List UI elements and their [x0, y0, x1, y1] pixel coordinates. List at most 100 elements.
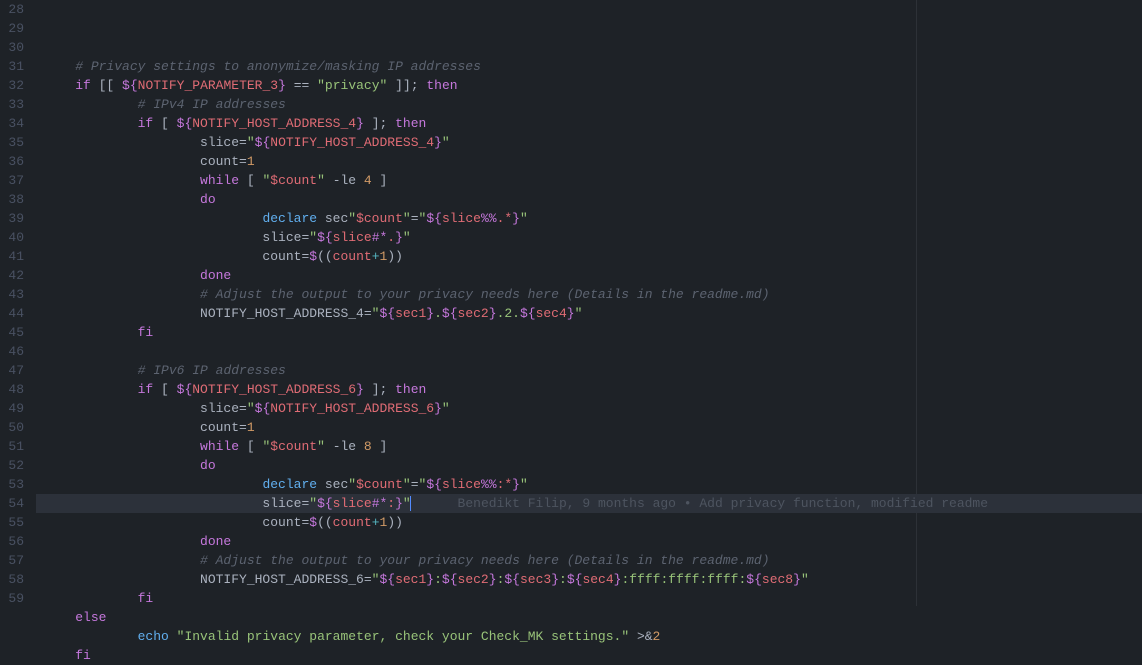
code-line[interactable]	[36, 342, 1142, 361]
code-line[interactable]: while [ "$count" -le 4 ]	[36, 171, 1142, 190]
token-plain: ))	[387, 515, 403, 530]
token-string: .2.	[497, 306, 520, 321]
line-number-gutter: 2829303132333435363738394041424344454647…	[0, 0, 36, 606]
code-line[interactable]: NOTIFY_HOST_ADDRESS_4="${sec1}.${sec2}.2…	[36, 304, 1142, 323]
code-line[interactable]: done	[36, 532, 1142, 551]
token-keyword: ${	[426, 211, 442, 226]
token-plain: slice=	[44, 230, 309, 245]
token-keyword: fi	[138, 325, 154, 340]
token-keyword: }	[793, 572, 801, 587]
token-variable: slice	[442, 477, 481, 492]
code-line[interactable]: while [ "$count" -le 8 ]	[36, 437, 1142, 456]
code-line[interactable]: slice="${NOTIFY_HOST_ADDRESS_6}"	[36, 399, 1142, 418]
token-keyword: ${	[520, 306, 536, 321]
code-line[interactable]: # Privacy settings to anonymize/masking …	[36, 57, 1142, 76]
token-keyword: ${	[567, 572, 583, 587]
token-number: 2	[653, 629, 661, 644]
code-line[interactable]: slice="${slice#*.}"	[36, 228, 1142, 247]
token-operator: +	[372, 249, 380, 264]
token-plain: sec	[317, 477, 348, 492]
line-number: 48	[8, 380, 24, 399]
code-line[interactable]: # Adjust the output to your privacy need…	[36, 285, 1142, 304]
token-keyword: else	[75, 610, 106, 625]
code-line[interactable]: # Adjust the output to your privacy need…	[36, 551, 1142, 570]
token-plain	[44, 629, 138, 644]
token-keyword: fi	[138, 591, 154, 606]
code-line[interactable]: if [[ ${NOTIFY_PARAMETER_3} == "privacy"…	[36, 76, 1142, 95]
token-plain: NOTIFY_HOST_ADDRESS_6=	[44, 572, 372, 587]
code-line[interactable]: if [ ${NOTIFY_HOST_ADDRESS_4} ]; then	[36, 114, 1142, 133]
code-area[interactable]: # Privacy settings to anonymize/masking …	[36, 0, 1142, 606]
token-keyword: }	[395, 496, 403, 511]
code-line[interactable]: declare sec"$count"="${slice%%.*}"	[36, 209, 1142, 228]
code-line[interactable]: declare sec"$count"="${slice%%:*}"	[36, 475, 1142, 494]
token-keyword: ${	[317, 496, 333, 511]
token-plain: ((	[317, 249, 333, 264]
token-plain: ==	[286, 78, 317, 93]
token-plain: count=	[44, 420, 247, 435]
code-line[interactable]: echo "Invalid privacy parameter, check y…	[36, 627, 1142, 646]
code-line[interactable]: fi	[36, 646, 1142, 665]
token-plain: [	[239, 173, 262, 188]
token-comment: # Privacy settings to anonymize/masking …	[75, 59, 481, 74]
token-string: :	[434, 572, 442, 587]
code-line[interactable]: count=1	[36, 152, 1142, 171]
token-variable: sec1	[395, 572, 426, 587]
code-line[interactable]: slice="${slice#*:}" Benedikt Filip, 9 mo…	[36, 494, 1142, 513]
token-variable: $count	[270, 439, 317, 454]
code-line[interactable]: do	[36, 190, 1142, 209]
token-plain: count=	[44, 515, 309, 530]
token-keyword: }	[512, 477, 520, 492]
token-string: "	[520, 477, 528, 492]
token-plain: >&	[629, 629, 652, 644]
token-string: .	[434, 306, 442, 321]
token-variable: sec3	[520, 572, 551, 587]
token-variable: count	[333, 515, 372, 530]
token-plain	[44, 325, 138, 340]
line-number: 39	[8, 209, 24, 228]
line-number: 45	[8, 323, 24, 342]
token-keyword: }	[434, 401, 442, 416]
line-number: 31	[8, 57, 24, 76]
token-keyword: }	[567, 306, 575, 321]
code-line[interactable]: fi	[36, 323, 1142, 342]
code-line[interactable]: NOTIFY_HOST_ADDRESS_6="${sec1}:${sec2}:$…	[36, 570, 1142, 589]
line-number: 54	[8, 494, 24, 513]
token-keyword: $	[309, 515, 317, 530]
code-line[interactable]: else	[36, 608, 1142, 627]
code-editor[interactable]: 2829303132333435363738394041424344454647…	[0, 0, 1142, 606]
token-keyword: if	[75, 78, 91, 93]
token-string: "	[309, 230, 317, 245]
code-line[interactable]: fi	[36, 589, 1142, 608]
token-keyword: ${	[442, 572, 458, 587]
token-string: "	[403, 211, 411, 226]
code-line[interactable]: # IPv4 IP addresses	[36, 95, 1142, 114]
code-line[interactable]: count=$((count+1))	[36, 247, 1142, 266]
token-keyword: while	[200, 173, 239, 188]
line-number: 36	[8, 152, 24, 171]
token-plain	[44, 173, 200, 188]
code-line[interactable]: done	[36, 266, 1142, 285]
token-variable: NOTIFY_HOST_ADDRESS_4	[192, 116, 356, 131]
token-keyword: then	[426, 78, 457, 93]
token-keyword: if	[138, 116, 154, 131]
line-number: 37	[8, 171, 24, 190]
code-line[interactable]: do	[36, 456, 1142, 475]
token-variable: sec1	[395, 306, 426, 321]
token-plain	[44, 439, 200, 454]
line-number: 33	[8, 95, 24, 114]
token-plain	[44, 363, 138, 378]
token-variable: :	[387, 496, 395, 511]
code-line[interactable]: if [ ${NOTIFY_HOST_ADDRESS_6} ]; then	[36, 380, 1142, 399]
code-line[interactable]: count=$((count+1))	[36, 513, 1142, 532]
token-number: 1	[247, 154, 255, 169]
token-plain: slice=	[44, 401, 247, 416]
token-keyword: }	[426, 306, 434, 321]
token-keyword: if	[138, 382, 154, 397]
code-line[interactable]: # IPv6 IP addresses	[36, 361, 1142, 380]
git-blame-annotation: Benedikt Filip, 9 months ago • Add priva…	[411, 496, 988, 511]
token-string: :ffff:ffff:ffff:	[621, 572, 746, 587]
token-keyword: do	[200, 458, 216, 473]
code-line[interactable]: count=1	[36, 418, 1142, 437]
code-line[interactable]: slice="${NOTIFY_HOST_ADDRESS_4}"	[36, 133, 1142, 152]
